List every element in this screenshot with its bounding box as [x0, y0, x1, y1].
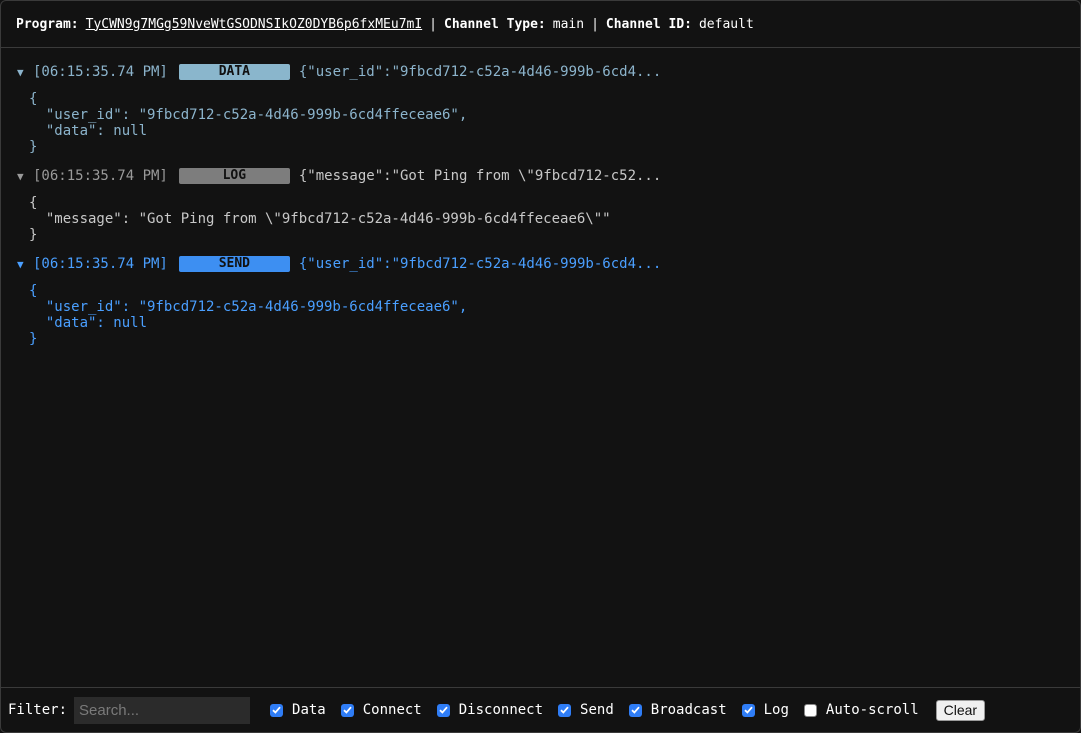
filter-bar: Filter: Data Connect Disconnect Send Bro…: [1, 687, 1080, 732]
filter-checkbox-disconnect[interactable]: Disconnect: [436, 702, 544, 718]
payload-json: { "message": "Got Ping from \"9fbcd712-c…: [29, 195, 611, 243]
checkbox-label: Disconnect: [458, 702, 544, 718]
filter-checkbox-data[interactable]: Data: [270, 702, 326, 718]
header-bar: Program: TyCWN9g7MGg59NveWtGSODNSIkOZ0DY…: [1, 1, 1080, 48]
payload-json: { "user_id": "9fbcd712-c52a-4d46-999b-6c…: [29, 283, 468, 347]
clear-button[interactable]: Clear: [935, 699, 986, 721]
checkbox-label: Log: [763, 702, 789, 718]
log-entry-header[interactable]: ▼ [06:15:35.74 PM] DATA {"user_id":"9fbc…: [17, 63, 1080, 81]
checkbox-label: Connect: [362, 702, 422, 718]
filter-checkbox-log[interactable]: Log: [741, 702, 789, 718]
type-badge-log: LOG: [178, 168, 290, 184]
log-entry-send: ▼ [06:15:35.74 PM] SEND {"user_id":"9fbc…: [17, 255, 1080, 347]
payload-preview: {"user_id":"9fbcd712-c52a-4d46-999b-6cd4…: [298, 64, 662, 80]
checkbox-label: Data: [292, 702, 326, 718]
caret-down-icon[interactable]: ▼: [17, 258, 33, 271]
timestamp: [06:15:35.74 PM]: [33, 64, 168, 80]
autoscroll-checkbox[interactable]: Auto-scroll: [803, 702, 919, 718]
log-viewer-window: Program: TyCWN9g7MGg59NveWtGSODNSIkOZ0DY…: [0, 0, 1081, 733]
checkbox-label: Send: [580, 702, 614, 718]
type-badge-data: DATA: [178, 64, 290, 80]
checkmark-icon[interactable]: [628, 703, 642, 717]
log-list[interactable]: ▼ [06:15:35.74 PM] DATA {"user_id":"9fbc…: [1, 49, 1080, 687]
checkmark-icon[interactable]: [340, 703, 354, 717]
payload-preview: {"message":"Got Ping from \"9fbcd712-c52…: [298, 168, 662, 184]
caret-down-icon[interactable]: ▼: [17, 170, 33, 183]
checkmark-icon[interactable]: [558, 703, 572, 717]
timestamp: [06:15:35.74 PM]: [33, 168, 168, 184]
caret-down-icon[interactable]: ▼: [17, 66, 33, 79]
log-entry-log: ▼ [06:15:35.74 PM] LOG {"message":"Got P…: [17, 167, 1080, 243]
filter-checkbox-broadcast[interactable]: Broadcast: [628, 702, 727, 718]
timestamp: [06:15:35.74 PM]: [33, 256, 168, 272]
checkmark-icon[interactable]: [741, 703, 755, 717]
type-badge-send: SEND: [178, 256, 290, 272]
log-entry-data: ▼ [06:15:35.74 PM] DATA {"user_id":"9fbc…: [17, 63, 1080, 155]
channel-type-label: Channel Type:: [444, 16, 546, 32]
checkmark-icon[interactable]: [270, 703, 284, 717]
channel-id-label: Channel ID:: [605, 16, 692, 32]
search-input[interactable]: [74, 696, 251, 724]
checkbox-label: Auto-scroll: [825, 702, 919, 718]
program-id-link[interactable]: TyCWN9g7MGg59NveWtGSODNSIkOZ0DYB6p6fxMEu…: [86, 17, 423, 32]
program-label: Program:: [16, 16, 79, 32]
checkmark-icon[interactable]: [436, 703, 450, 717]
payload-preview: {"user_id":"9fbcd712-c52a-4d46-999b-6cd4…: [298, 256, 662, 272]
checkbox-empty-icon[interactable]: [803, 703, 817, 717]
log-entry-header[interactable]: ▼ [06:15:35.74 PM] LOG {"message":"Got P…: [17, 167, 1080, 185]
channel-type-value: main: [552, 16, 585, 32]
log-entry-header[interactable]: ▼ [06:15:35.74 PM] SEND {"user_id":"9fbc…: [17, 255, 1080, 273]
separator: |: [591, 16, 599, 32]
filter-checkbox-connect[interactable]: Connect: [340, 702, 422, 718]
filter-label: Filter:: [8, 702, 68, 718]
checkbox-label: Broadcast: [650, 702, 727, 718]
payload-json: { "user_id": "9fbcd712-c52a-4d46-999b-6c…: [29, 91, 468, 155]
separator: |: [429, 16, 437, 32]
channel-id-value: default: [698, 16, 754, 32]
filter-checkbox-send[interactable]: Send: [558, 702, 614, 718]
